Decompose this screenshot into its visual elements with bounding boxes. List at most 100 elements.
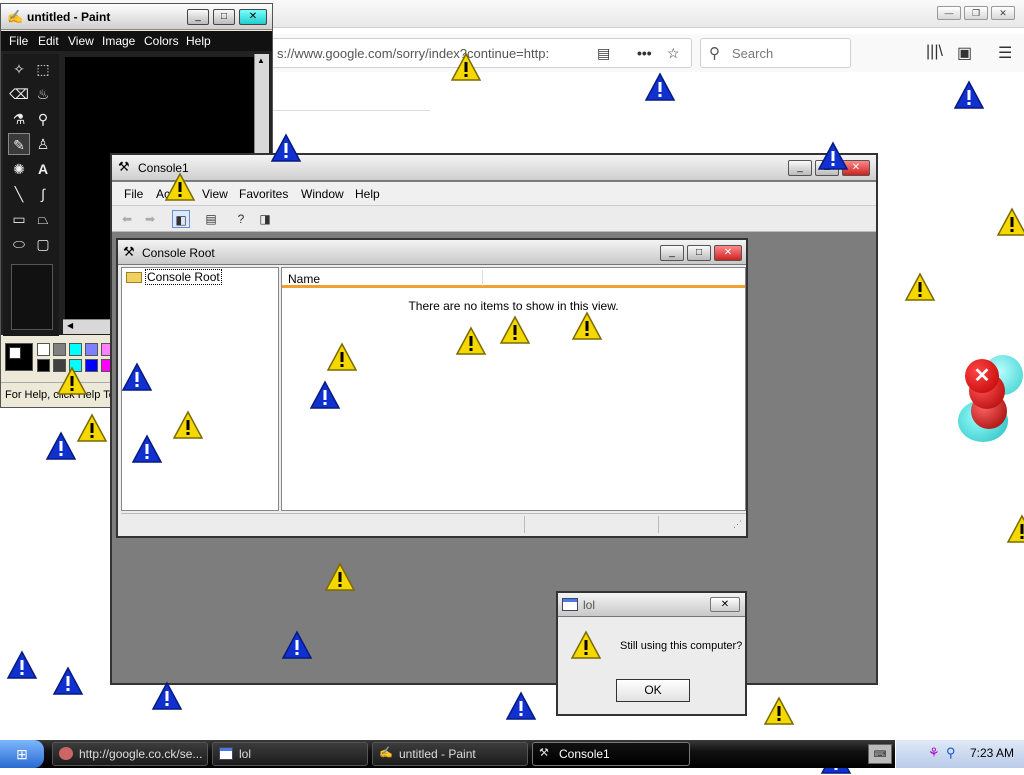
current-colors[interactable]: [5, 343, 33, 371]
console-menu-help[interactable]: Help: [355, 187, 380, 201]
paint-minimize-button[interactable]: _: [187, 9, 209, 25]
library-icon[interactable]: |||\: [926, 43, 943, 61]
hamburger-menu-icon[interactable]: ☰: [998, 43, 1012, 63]
color-swatch[interactable]: [37, 343, 50, 356]
forward-arrow-icon[interactable]: ➡: [141, 210, 159, 228]
task-paint[interactable]: ✍ untitled - Paint: [372, 742, 528, 766]
ok-button[interactable]: OK: [616, 679, 690, 702]
console-menu-file[interactable]: File: [124, 187, 143, 201]
lol-message: Still using this computer?: [620, 640, 743, 652]
console-root-maximize-button[interactable]: □: [687, 245, 711, 261]
eraser-icon[interactable]: ⌫: [8, 83, 30, 105]
network-icon[interactable]: ⚘: [928, 745, 940, 761]
polygon-icon[interactable]: ⏢: [32, 208, 54, 230]
show-hide-tree-icon[interactable]: ◧: [172, 210, 190, 228]
task-firefox[interactable]: http://google.co.ck/se...: [52, 742, 208, 766]
back-arrow-icon[interactable]: ⬅: [118, 210, 136, 228]
paint-titlebar[interactable]: ✍ untitled - Paint _ □ ✕: [1, 4, 272, 30]
tool-options-box[interactable]: [11, 264, 53, 330]
empty-view-message: There are no items to show in this view.: [408, 299, 619, 313]
warning-icon: [904, 272, 936, 301]
paint-menu-colors[interactable]: Colors: [144, 34, 179, 48]
curve-icon[interactable]: ∫: [32, 183, 54, 205]
task-lol[interactable]: lol: [212, 742, 368, 766]
alert-blue-icon: [121, 362, 153, 391]
paint-maximize-button[interactable]: □: [213, 9, 235, 25]
task-console1[interactable]: ⚒ Console1: [532, 742, 690, 766]
page-actions-icon[interactable]: •••: [637, 45, 652, 61]
warning-icon: [326, 342, 358, 371]
paint-menu-file[interactable]: File: [9, 34, 28, 48]
start-button[interactable]: ⊞: [0, 740, 44, 768]
lol-titlebar[interactable]: lol ✕: [558, 593, 745, 617]
fill-bucket-icon[interactable]: ♨: [32, 83, 54, 105]
lol-title: lol: [583, 598, 596, 612]
window-icon: [219, 747, 233, 760]
paint-title: untitled - Paint: [27, 10, 111, 24]
lol-dialog: lol ✕ Still using this computer? OK: [556, 591, 747, 716]
paint-menu-edit[interactable]: Edit: [38, 34, 59, 48]
clock[interactable]: 7:23 AM: [970, 746, 1014, 760]
alert-blue-icon: [151, 681, 183, 710]
rectangle-icon[interactable]: ▭: [8, 208, 30, 230]
line-icon[interactable]: ╲: [8, 183, 30, 205]
search-field[interactable]: ⚲ Search: [700, 38, 851, 68]
paint-toolbox: ✧ ⬚ ⌫ ♨ ⚗ ⚲ ✎ ♙ ✺ A ╲ ∫ ▭ ⏢ ⬭ ▢: [3, 54, 59, 336]
console-menu-window[interactable]: Window: [301, 187, 344, 201]
color-picker-icon[interactable]: ⚗: [8, 108, 30, 130]
console1-titlebar[interactable]: ⚒ Console1 _ □ ✕: [112, 155, 876, 181]
lol-close-button[interactable]: ✕: [710, 597, 740, 612]
browser-minimize-button[interactable]: —: [937, 6, 961, 20]
console-root-minimize-button[interactable]: _: [660, 245, 684, 261]
console1-minimize-button[interactable]: _: [788, 160, 812, 176]
ellipse-icon[interactable]: ⬭: [8, 233, 30, 255]
warning-icon: [450, 52, 482, 81]
reader-view-icon[interactable]: ▤: [597, 45, 610, 62]
keyboard-layout-icon[interactable]: ⌨: [868, 744, 892, 764]
help-icon[interactable]: ?: [232, 210, 250, 228]
browser-restore-button[interactable]: ❐: [964, 6, 988, 20]
scroll-left-icon[interactable]: ◀: [67, 321, 73, 330]
alert-blue-icon: [953, 80, 985, 109]
paint-menu-view[interactable]: View: [68, 34, 94, 48]
warning-icon: [570, 630, 602, 659]
foreground-color[interactable]: [9, 347, 21, 359]
pencil-icon[interactable]: ✎: [8, 133, 30, 155]
warning-icon: [56, 366, 88, 395]
column-header-name[interactable]: Name: [288, 272, 320, 286]
brush-icon[interactable]: ♙: [32, 133, 54, 155]
rect-select-icon[interactable]: ⬚: [32, 58, 54, 80]
column-separator[interactable]: [482, 270, 483, 286]
search-tray-icon[interactable]: ⚲: [946, 745, 956, 761]
resize-grip-icon[interactable]: ⋰: [733, 519, 742, 530]
url-text: s://www.google.com/sorry/index?continue=…: [277, 46, 550, 61]
console-root-titlebar[interactable]: ⚒ Console Root _ □ ✕: [118, 240, 746, 265]
color-swatch[interactable]: [85, 343, 98, 356]
color-swatch[interactable]: [37, 359, 50, 372]
paint-menu-image[interactable]: Image: [102, 34, 135, 48]
bookmark-star-icon[interactable]: ☆: [667, 45, 680, 62]
export-list-icon[interactable]: ▤: [202, 210, 220, 228]
alert-blue-icon: [817, 141, 849, 170]
paint-close-button[interactable]: ✕: [239, 9, 267, 25]
window-icon: [562, 598, 578, 611]
console-menu-view[interactable]: View: [202, 187, 228, 201]
rounded-rect-icon[interactable]: ▢: [32, 233, 54, 255]
console-root-close-button[interactable]: ✕: [714, 245, 742, 261]
mmc-app-icon: ⚒: [118, 159, 130, 174]
action-pane-icon[interactable]: ◨: [256, 210, 274, 228]
sidebar-icon[interactable]: ▣: [957, 43, 972, 63]
browser-close-button[interactable]: ✕: [991, 6, 1015, 20]
text-tool-icon[interactable]: A: [32, 158, 54, 180]
color-swatch[interactable]: [69, 343, 82, 356]
paint-menu-help[interactable]: Help: [186, 34, 211, 48]
free-select-icon[interactable]: ✧: [8, 58, 30, 80]
search-placeholder: Search: [732, 46, 774, 61]
tree-item-console-root[interactable]: Console Root: [126, 269, 222, 286]
color-swatch[interactable]: [53, 343, 66, 356]
console-menu-favorites[interactable]: Favorites: [239, 187, 288, 201]
firefox-icon: [59, 747, 73, 760]
magnifier-icon[interactable]: ⚲: [32, 108, 54, 130]
airbrush-icon[interactable]: ✺: [8, 158, 30, 180]
scroll-up-icon[interactable]: ▲: [257, 56, 265, 65]
